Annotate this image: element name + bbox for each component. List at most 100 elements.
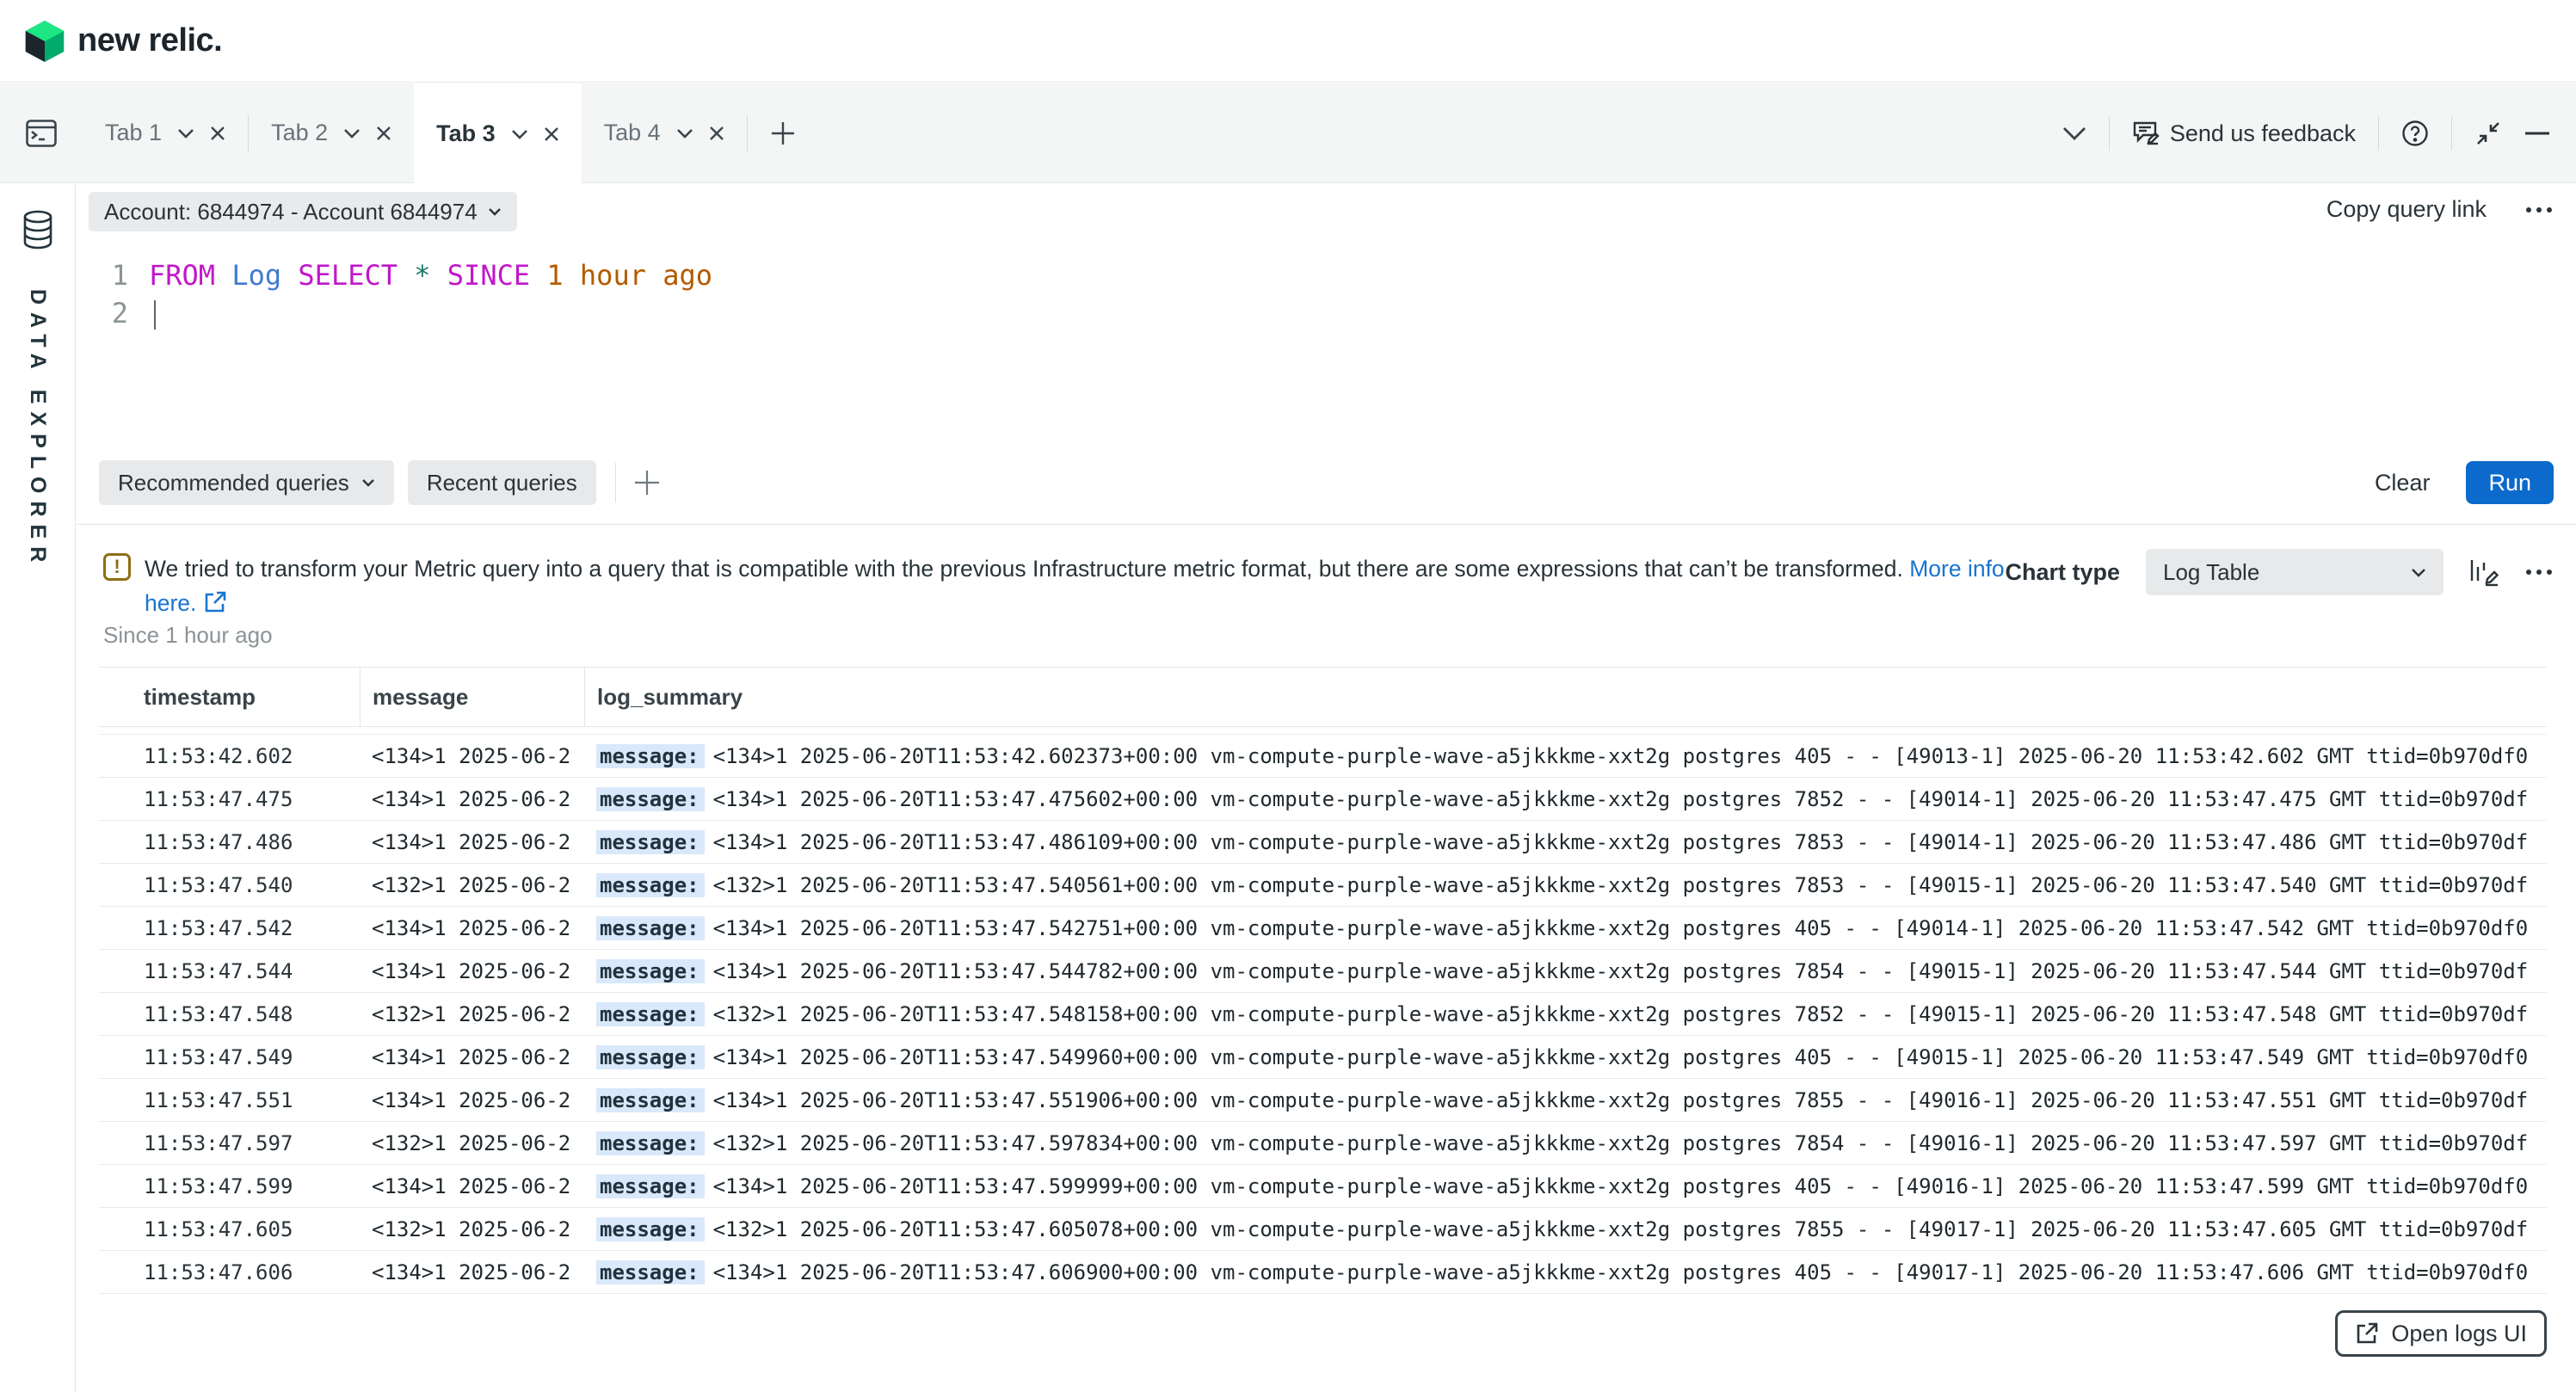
cell-message: <132>1 2025-06-2 <box>360 1131 584 1155</box>
log-key-highlight: message: <box>596 1088 705 1112</box>
cell-timestamp: 11:53:47.544 <box>99 959 360 983</box>
table-row[interactable]: 11:53:47.548<132>1 2025-06-2message:<132… <box>99 993 2547 1036</box>
edit-chart-icon[interactable] <box>2469 557 2499 588</box>
help-icon[interactable] <box>2401 120 2429 147</box>
cell-message: <132>1 2025-06-2 <box>360 1217 584 1241</box>
divider <box>2109 116 2110 151</box>
new-relic-logo-icon <box>24 19 65 64</box>
table-row[interactable]: 11:53:47.475<134>1 2025-06-2message:<134… <box>99 778 2547 821</box>
cell-message: <134>1 2025-06-2 <box>360 1174 584 1198</box>
cell-message: <134>1 2025-06-2 <box>360 959 584 983</box>
add-tab-button[interactable] <box>748 83 818 182</box>
cell-message: <134>1 2025-06-2 <box>360 1045 584 1069</box>
tab-2[interactable]: Tab 2 <box>249 83 414 182</box>
chevron-down-icon[interactable] <box>2062 126 2086 140</box>
run-button[interactable]: Run <box>2466 461 2554 504</box>
log-key-highlight: message: <box>596 873 705 897</box>
chevron-down-icon[interactable] <box>177 128 194 139</box>
external-link-icon <box>2355 1321 2379 1346</box>
cell-timestamp: 11:53:47.605 <box>99 1217 360 1241</box>
cell-message: <132>1 2025-06-2 <box>360 873 584 897</box>
minimize-icon[interactable] <box>2524 131 2550 136</box>
data-explorer-rail: DATA EXPLORER <box>0 184 76 1392</box>
tab-3[interactable]: Tab 3 <box>414 83 582 184</box>
table-row[interactable]: 11:53:42.602<134>1 2025-06-2message:<134… <box>99 735 2547 778</box>
cell-log-summary: message:<134>1 2025-06-20T11:53:47.47560… <box>584 787 2547 811</box>
log-key-highlight: message: <box>596 830 705 854</box>
chart-type-select[interactable]: Log Table <box>2146 549 2444 595</box>
table-row[interactable]: 11:53:47.599<134>1 2025-06-2message:<134… <box>99 1165 2547 1208</box>
log-table-header: timestamp message log_summary <box>99 667 2547 727</box>
text-cursor <box>149 297 156 330</box>
line-number: 1 <box>77 259 128 292</box>
feedback-icon <box>2132 120 2160 146</box>
new-relic-logo: new relic. <box>24 19 222 64</box>
query-line-2: 2 <box>77 294 712 332</box>
close-icon[interactable] <box>544 126 559 142</box>
tab-1[interactable]: Tab 1 <box>83 83 248 182</box>
close-icon[interactable] <box>376 126 391 141</box>
divider <box>2378 116 2379 151</box>
cell-message: <134>1 2025-06-2 <box>360 1088 584 1112</box>
column-header-timestamp[interactable]: timestamp <box>99 668 360 726</box>
cell-timestamp: 11:53:47.486 <box>99 830 360 854</box>
recommended-queries-button[interactable]: Recommended queries <box>99 460 394 505</box>
add-query-button[interactable] <box>633 469 661 496</box>
send-feedback-button[interactable]: Send us feedback <box>2132 120 2356 147</box>
more-options-icon[interactable] <box>2524 206 2554 213</box>
query-line-1: 1 FROM Log SELECT * SINCE 1 hour ago <box>77 256 712 294</box>
query-editor[interactable]: 1 FROM Log SELECT * SINCE 1 hour ago 2 <box>77 256 712 332</box>
query-console-icon[interactable] <box>0 83 83 182</box>
cell-log-summary: message:<134>1 2025-06-20T11:53:47.60690… <box>584 1260 2547 1284</box>
copy-query-link-button[interactable]: Copy query link <box>2326 196 2487 223</box>
table-row[interactable]: 11:53:47.606<134>1 2025-06-2message:<134… <box>99 1251 2547 1294</box>
database-icon[interactable] <box>22 210 54 249</box>
chevron-down-icon <box>2411 568 2426 577</box>
chevron-down-icon[interactable] <box>511 129 528 139</box>
cell-message: <134>1 2025-06-2 <box>360 916 584 940</box>
cell-log-summary: message:<132>1 2025-06-20T11:53:47.54815… <box>584 1002 2547 1026</box>
chart-type-value: Log Table <box>2163 559 2259 586</box>
cell-log-summary: message:<134>1 2025-06-20T11:53:47.54478… <box>584 959 2547 983</box>
chevron-down-icon[interactable] <box>676 128 693 139</box>
tab-label: Tab 3 <box>436 120 496 147</box>
table-row[interactable]: 11:53:47.605<132>1 2025-06-2message:<132… <box>99 1208 2547 1251</box>
log-key-highlight: message: <box>596 744 705 768</box>
more-options-icon[interactable] <box>2524 569 2554 576</box>
account-picker[interactable]: Account: 6844974 - Account 6844974 <box>89 192 517 231</box>
chevron-down-icon[interactable] <box>343 128 361 139</box>
tab-label: Tab 1 <box>105 120 162 146</box>
cell-log-summary: message:<132>1 2025-06-20T11:53:47.59783… <box>584 1131 2547 1155</box>
table-row[interactable]: 11:53:47.597<132>1 2025-06-2message:<132… <box>99 1122 2547 1165</box>
cell-timestamp: 11:53:47.540 <box>99 873 360 897</box>
close-icon[interactable] <box>709 126 724 141</box>
log-key-highlight: message: <box>596 1002 705 1026</box>
cell-message: <134>1 2025-06-2 <box>360 787 584 811</box>
table-row[interactable]: 11:53:47.551<134>1 2025-06-2message:<134… <box>99 1079 2547 1122</box>
open-logs-ui-button[interactable]: Open logs UI <box>2335 1310 2547 1357</box>
log-key-highlight: message: <box>596 1174 705 1198</box>
external-link-icon[interactable] <box>203 590 227 614</box>
table-row[interactable]: 11:53:47.540<132>1 2025-06-2message:<132… <box>99 864 2547 907</box>
chevron-down-icon <box>361 478 375 487</box>
cell-message: <132>1 2025-06-2 <box>360 1002 584 1026</box>
brand-name: new relic. <box>77 22 222 59</box>
clear-button[interactable]: Clear <box>2375 470 2431 496</box>
table-row[interactable]: 11:53:47.549<134>1 2025-06-2message:<134… <box>99 1036 2547 1079</box>
table-row[interactable]: 11:53:47.486<134>1 2025-06-2message:<134… <box>99 821 2547 864</box>
cell-timestamp: 11:53:47.606 <box>99 1260 360 1284</box>
recent-queries-button[interactable]: Recent queries <box>408 460 596 505</box>
column-header-message[interactable]: message <box>360 668 584 726</box>
log-key-highlight: message: <box>596 1217 705 1241</box>
close-icon[interactable] <box>210 126 225 141</box>
column-header-log-summary[interactable]: log_summary <box>584 668 2547 726</box>
table-row[interactable]: 11:53:47.542<134>1 2025-06-2message:<134… <box>99 907 2547 950</box>
table-row[interactable]: 11:53:47.544<134>1 2025-06-2message:<134… <box>99 950 2547 993</box>
since-label: Since 1 hour ago <box>103 622 273 649</box>
cell-timestamp: 11:53:47.542 <box>99 916 360 940</box>
log-table-body: 11:53:42.602<134>1 2025-06-2message:<134… <box>99 735 2547 1294</box>
cell-timestamp: 11:53:47.548 <box>99 1002 360 1026</box>
collapse-icon[interactable] <box>2474 120 2502 147</box>
cell-timestamp: 11:53:47.475 <box>99 787 360 811</box>
tab-4[interactable]: Tab 4 <box>582 83 747 182</box>
